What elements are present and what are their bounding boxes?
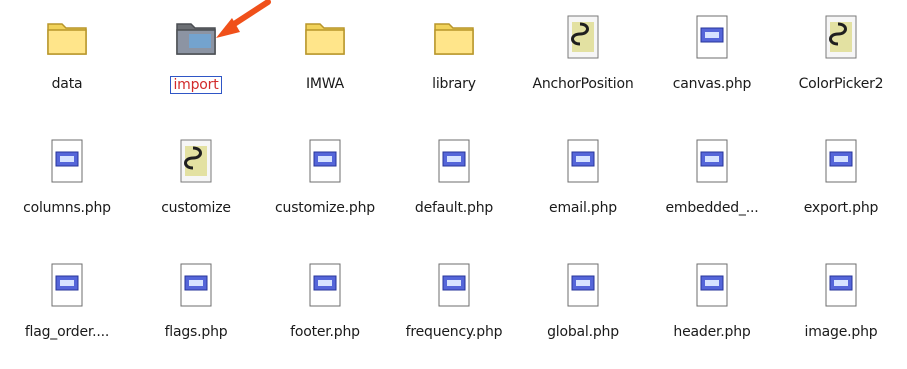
file-item-data[interactable]: data bbox=[5, 0, 129, 110]
file-item-email-php[interactable]: email.php bbox=[521, 124, 645, 234]
php-file-icon bbox=[685, 10, 739, 64]
script-file-icon bbox=[556, 10, 610, 64]
item-label: email.php bbox=[549, 200, 617, 216]
item-label: footer.php bbox=[290, 324, 360, 340]
pointer-arrow-icon bbox=[216, 0, 271, 38]
php-file-icon bbox=[40, 258, 94, 312]
file-grid: data import IMWA library AnchorPosition bbox=[0, 0, 907, 369]
file-item-customize-php[interactable]: customize.php bbox=[263, 124, 387, 234]
item-label: flags.php bbox=[164, 324, 228, 340]
script-file-icon bbox=[169, 134, 223, 188]
item-label: canvas.php bbox=[672, 76, 752, 92]
file-item-colorpicker2[interactable]: ColorPicker2 bbox=[779, 0, 903, 110]
item-label: image.php bbox=[804, 324, 878, 340]
item-label: columns.php bbox=[23, 200, 111, 216]
item-label: frequency.php bbox=[405, 324, 503, 340]
item-label: IMWA bbox=[305, 76, 345, 92]
file-item-embedded[interactable]: embedded_... bbox=[650, 124, 774, 234]
file-item-image-php[interactable]: image.php bbox=[779, 248, 903, 358]
file-item-default-php[interactable]: default.php bbox=[392, 124, 516, 234]
file-item-export-php[interactable]: export.php bbox=[779, 124, 903, 234]
item-label: global.php bbox=[547, 324, 619, 340]
php-file-icon bbox=[685, 258, 739, 312]
file-item-anchorposition[interactable]: AnchorPosition bbox=[521, 0, 645, 110]
php-file-icon bbox=[556, 258, 610, 312]
php-file-icon bbox=[427, 134, 481, 188]
item-label: library bbox=[432, 76, 476, 92]
php-file-icon bbox=[298, 258, 352, 312]
item-label: customize.php bbox=[275, 200, 375, 216]
folder-icon bbox=[298, 10, 352, 64]
item-label: default.php bbox=[414, 200, 494, 216]
php-file-icon bbox=[169, 258, 223, 312]
file-item-frequency-php[interactable]: frequency.php bbox=[392, 248, 516, 358]
item-label: flag_order.... bbox=[24, 324, 110, 340]
php-file-icon bbox=[556, 134, 610, 188]
php-file-icon bbox=[685, 134, 739, 188]
item-label: data bbox=[51, 76, 83, 92]
file-item-global-php[interactable]: global.php bbox=[521, 248, 645, 358]
php-file-icon bbox=[814, 134, 868, 188]
php-file-icon bbox=[298, 134, 352, 188]
file-item-footer-php[interactable]: footer.php bbox=[263, 248, 387, 358]
file-item-columns-php[interactable]: columns.php bbox=[5, 124, 129, 234]
item-label: embedded_... bbox=[665, 200, 759, 216]
file-item-customize[interactable]: customize bbox=[134, 124, 258, 234]
php-file-icon bbox=[40, 134, 94, 188]
item-label: import bbox=[170, 76, 222, 94]
folder-icon bbox=[427, 10, 481, 64]
item-label: ColorPicker2 bbox=[798, 76, 884, 92]
item-label: export.php bbox=[803, 200, 879, 216]
script-file-icon bbox=[814, 10, 868, 64]
item-label: header.php bbox=[673, 324, 751, 340]
file-item-flag-order[interactable]: flag_order.... bbox=[5, 248, 129, 358]
file-item-canvas-php[interactable]: canvas.php bbox=[650, 0, 774, 110]
file-item-imwa[interactable]: IMWA bbox=[263, 0, 387, 110]
file-item-library[interactable]: library bbox=[392, 0, 516, 110]
file-item-header-php[interactable]: header.php bbox=[650, 248, 774, 358]
file-explorer-view: data import IMWA library AnchorPosition bbox=[0, 0, 907, 369]
file-item-flags-php[interactable]: flags.php bbox=[134, 248, 258, 358]
php-file-icon bbox=[814, 258, 868, 312]
item-label: customize bbox=[161, 200, 231, 216]
item-label: AnchorPosition bbox=[532, 76, 634, 92]
php-file-icon bbox=[427, 258, 481, 312]
folder-icon bbox=[40, 10, 94, 64]
